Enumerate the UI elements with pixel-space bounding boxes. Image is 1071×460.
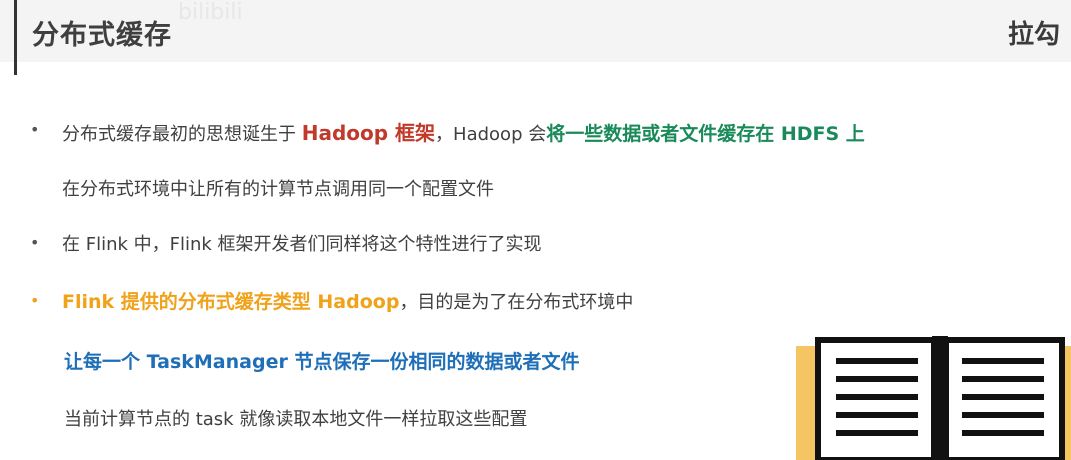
bullet-marker: • [30,120,40,139]
bullet-3-line-3: 当前计算节点的 task 就像读取本地文件一样拉取这些配置 [64,409,528,430]
bullet-3-line-2: 让每一个 TaskManager 节点保存一份相同的数据或者文件 [64,351,580,373]
bullet-marker-orange: • [30,291,40,310]
bullet-1-text-a: 分布式缓存最初的思想诞生于 [62,124,302,145]
bullet-3-line-1: Flink 提供的分布式缓存类型 Hadoop，目的是为了在分布式环境中 [62,287,633,314]
bullet-marker: • [30,233,40,252]
bullet-1-text-b: ，Hadoop 会 [435,124,547,145]
bullet-2-line-1: 在 Flink 中，Flink 框架开发者们同样将这个特性进行了实现 [62,234,542,255]
bullet-1-highlight-hadoop: Hadoop 框架 [301,121,436,145]
brand-logo: 拉勾 [1008,20,1061,50]
watermark-text: bilibili [178,0,243,25]
bullet-1-line-1: 分布式缓存最初的思想诞生于 Hadoop 框架，Hadoop 会将一些数据或者文… [62,117,865,146]
open-book-icon [796,336,1071,460]
bullet-3-highlight-flink: Flink 提供的分布式缓存类型 Hadoop [62,291,400,313]
bullet-1-highlight-hdfs: 将一些数据或者文件缓存在 HDFS 上 [546,123,865,145]
bullet-3-text-a: ，目的是为了在分布式环境中 [399,292,634,313]
bullet-1-line-2: 在分布式环境中让所有的计算节点调用同一个配置文件 [62,179,494,200]
title-accent-line [14,0,17,75]
page-title: 分布式缓存 [32,20,172,51]
